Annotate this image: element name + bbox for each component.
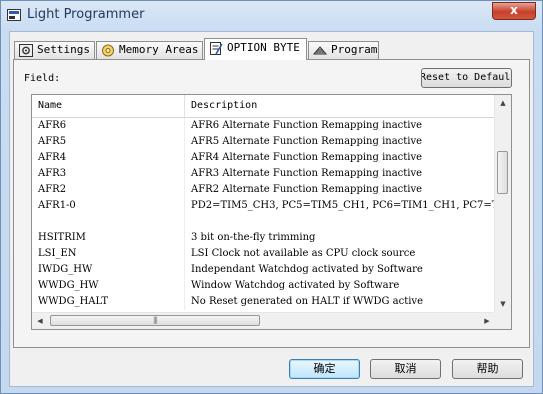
title-bar[interactable]: Light Programmer x bbox=[1, 1, 542, 31]
ok-button[interactable]: 确定 bbox=[289, 359, 360, 379]
close-button[interactable]: x bbox=[492, 2, 536, 20]
row-name: WWDG_HALT bbox=[38, 296, 108, 307]
tab-settings[interactable]: Settings bbox=[14, 41, 95, 59]
row-description: Window Watchdog activated by Software bbox=[184, 278, 495, 294]
memory-icon bbox=[101, 44, 115, 57]
list-row[interactable]: IWDG_HW Independant Watchdog activated by… bbox=[32, 262, 495, 278]
scroll-left-icon[interactable]: ◀ bbox=[32, 313, 48, 329]
scroll-down-icon[interactable]: ▼ bbox=[495, 296, 511, 312]
scroll-right-icon[interactable]: ▶ bbox=[479, 313, 495, 329]
tab-memory-areas[interactable]: Memory Areas bbox=[96, 41, 203, 59]
row-name: AFR6 bbox=[38, 120, 67, 131]
row-name: HSITRIM bbox=[38, 232, 86, 243]
list-row[interactable]: AFR2 AFR2 Alternate Function Remapping in… bbox=[32, 182, 495, 198]
column-header-name[interactable]: Name bbox=[32, 95, 184, 117]
row-name: AFR5 bbox=[38, 136, 67, 147]
column-header-description[interactable]: Description bbox=[184, 95, 495, 117]
reset-to-default-button[interactable]: Reset to Default bbox=[421, 68, 512, 88]
tab-option-byte[interactable]: OPTION BYTE bbox=[204, 38, 307, 60]
list-row-blank[interactable] bbox=[32, 214, 495, 230]
tab-memory-areas-label: Memory Areas bbox=[119, 43, 199, 56]
row-description bbox=[184, 214, 495, 230]
horizontal-scroll-thumb[interactable]: ||| bbox=[50, 315, 260, 326]
list-row[interactable]: AFR4 AFR4 Alternate Function Remapping in… bbox=[32, 150, 495, 166]
row-description: AFR2 Alternate Function Remapping inacti… bbox=[184, 182, 495, 198]
row-name: AFR4 bbox=[38, 152, 67, 163]
field-label: Field: bbox=[24, 73, 61, 84]
list-row[interactable]: WWDG_HALT No Reset generated on HALT if W… bbox=[32, 294, 495, 310]
list-rows: AFR6 AFR6 Alternate Function Remapping in… bbox=[32, 118, 495, 310]
row-description: 3 bit on-the-fly trimming bbox=[184, 230, 495, 246]
row-description: AFR4 Alternate Function Remapping inacti… bbox=[184, 150, 495, 166]
scroll-corner bbox=[494, 312, 511, 329]
row-name: AFR1-0 bbox=[38, 200, 76, 211]
vertical-scrollbar[interactable]: ▲ ▼ bbox=[494, 95, 511, 312]
cancel-button[interactable]: 取消 bbox=[370, 359, 441, 379]
option-byte-list[interactable]: Name Description AFR6 AFR6 Alternate Func… bbox=[31, 94, 512, 330]
row-description: AFR5 Alternate Function Remapping inacti… bbox=[184, 134, 495, 150]
help-button[interactable]: 帮助 bbox=[452, 359, 523, 379]
app-icon bbox=[7, 9, 21, 21]
list-row[interactable]: WWDG_HW Window Watchdog activated by Soft… bbox=[32, 278, 495, 294]
tab-program[interactable]: Program bbox=[308, 41, 379, 59]
row-description: LSI Clock not available as CPU clock sou… bbox=[184, 246, 495, 262]
list-row[interactable]: LSI_EN LSI Clock not available as CPU clo… bbox=[32, 246, 495, 262]
row-name: WWDG_HW bbox=[38, 280, 99, 291]
tab-settings-label: Settings bbox=[37, 43, 90, 56]
list-header: Name Description bbox=[32, 95, 495, 118]
list-row[interactable]: AFR3 AFR3 Alternate Function Remapping in… bbox=[32, 166, 495, 182]
settings-icon bbox=[19, 44, 33, 57]
scroll-up-icon[interactable]: ▲ bbox=[495, 95, 511, 111]
dialog-client: Settings Memory Areas OPTION BYTE Progra… bbox=[9, 31, 534, 387]
row-name: AFR3 bbox=[38, 168, 67, 179]
option-byte-panel: Field: Reset to Default Name Description… bbox=[13, 59, 530, 348]
row-name: IWDG_HW bbox=[38, 264, 93, 275]
program-icon bbox=[312, 44, 328, 57]
window-title: Light Programmer bbox=[27, 7, 145, 22]
row-description: AFR6 Alternate Function Remapping inacti… bbox=[184, 118, 495, 134]
row-description: Independant Watchdog activated by Softwa… bbox=[184, 262, 495, 278]
tab-program-label: Program bbox=[331, 43, 378, 56]
tab-option-byte-label: OPTION BYTE bbox=[227, 41, 300, 54]
row-description: AFR3 Alternate Function Remapping inacti… bbox=[184, 166, 495, 182]
app-window: Light Programmer x Settings Memory Areas bbox=[0, 0, 543, 394]
list-row[interactable]: AFR1-0 PD2=TIM5_CH3, PC5=TIM5_CH1, PC6=TI… bbox=[32, 198, 495, 214]
list-row[interactable]: AFR5 AFR5 Alternate Function Remapping in… bbox=[32, 134, 495, 150]
list-row[interactable]: HSITRIM 3 bit on-the-fly trimming bbox=[32, 230, 495, 246]
row-name: AFR2 bbox=[38, 184, 67, 195]
row-description: PD2=TIM5_CH3, PC5=TIM5_CH1, PC6=TIM1_CH1… bbox=[184, 198, 495, 214]
option-byte-icon bbox=[209, 42, 223, 55]
horizontal-scrollbar[interactable]: ◀ ||| ▶ bbox=[32, 312, 495, 329]
vertical-scroll-thumb[interactable] bbox=[497, 151, 508, 194]
row-name: LSI_EN bbox=[38, 248, 77, 259]
list-row[interactable]: AFR6 AFR6 Alternate Function Remapping in… bbox=[32, 118, 495, 134]
row-description: No Reset generated on HALT if WWDG activ… bbox=[184, 294, 495, 310]
